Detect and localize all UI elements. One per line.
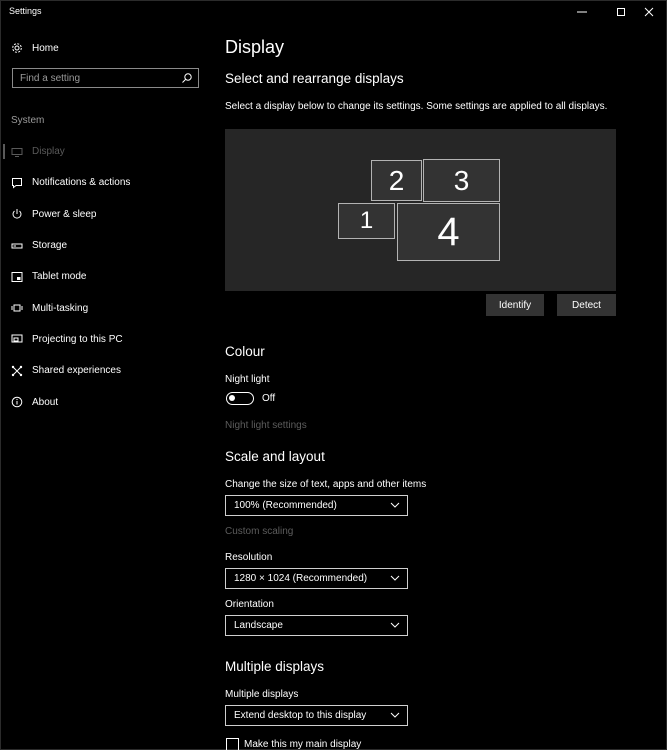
notification-icon: [11, 177, 23, 189]
sidebar-item-label: Projecting to this PC: [32, 333, 123, 345]
home-label: Home: [32, 42, 59, 54]
sidebar-nav-list: Display Notifications & actions Power & …: [1, 136, 211, 418]
sidebar-item-about[interactable]: About: [1, 386, 211, 417]
sidebar: Home System Display Notificati: [1, 23, 211, 749]
home-nav-item[interactable]: Home: [11, 40, 59, 56]
gear-icon: [11, 42, 23, 54]
search-icon[interactable]: [181, 72, 193, 84]
sidebar-section-label: System: [11, 115, 45, 126]
sidebar-item-tablet-mode[interactable]: Tablet mode: [1, 261, 211, 292]
sidebar-item-shared-experiences[interactable]: Shared experiences: [1, 355, 211, 386]
projecting-icon: [11, 333, 23, 345]
night-light-label: Night light: [225, 374, 270, 385]
toggle-knob: [229, 395, 235, 401]
title-bar: Settings: [1, 1, 666, 23]
main-display-checkbox[interactable]: [226, 738, 239, 750]
dropdown-value: 100% (Recommended): [234, 500, 337, 511]
sidebar-item-label: Multi-tasking: [32, 302, 89, 314]
monitor-icon: [11, 146, 23, 158]
custom-scaling-link[interactable]: Custom scaling: [225, 526, 293, 537]
sidebar-item-label: Display: [32, 146, 65, 158]
monitor-4[interactable]: 4: [397, 203, 500, 261]
maximize-icon: [617, 8, 625, 16]
power-icon: [11, 208, 23, 220]
scale-heading: Scale and layout: [225, 449, 325, 464]
sidebar-item-display[interactable]: Display: [1, 136, 211, 167]
dropdown-value: Extend desktop to this display: [234, 710, 367, 721]
dropdown-value: 1280 × 1024 (Recommended): [234, 573, 368, 584]
sidebar-item-label: About: [32, 396, 59, 408]
page-title: Display: [225, 37, 285, 57]
resolution-dropdown[interactable]: 1280 × 1024 (Recommended): [225, 568, 408, 589]
orientation-dropdown[interactable]: Landscape: [225, 615, 408, 636]
display-arrangement-panel: 2 3 1 4: [225, 129, 616, 291]
close-button[interactable]: [632, 1, 666, 23]
main-content: Display Select and rearrange displays Se…: [225, 23, 655, 750]
sidebar-item-label: Shared experiences: [32, 365, 121, 377]
colour-heading: Colour: [225, 344, 265, 359]
night-light-toggle[interactable]: [226, 392, 254, 405]
orientation-label: Orientation: [225, 599, 274, 610]
sidebar-item-label: Tablet mode: [32, 271, 87, 283]
info-icon: [11, 396, 23, 408]
main-display-label: Make this my main display: [244, 739, 362, 750]
window-title: Settings: [9, 6, 42, 16]
resolution-label: Resolution: [225, 552, 273, 563]
multitasking-icon: [11, 302, 23, 314]
search-input[interactable]: [13, 69, 178, 87]
monitor-1[interactable]: 1: [338, 203, 395, 239]
sidebar-item-notifications[interactable]: Notifications & actions: [1, 167, 211, 198]
close-icon: [644, 7, 654, 17]
dropdown-value: Landscape: [234, 620, 283, 631]
detect-button[interactable]: Detect: [557, 294, 616, 316]
sidebar-item-projecting[interactable]: Projecting to this PC: [1, 324, 211, 355]
night-light-settings-link[interactable]: Night light settings: [225, 420, 307, 431]
chevron-down-icon: [390, 575, 400, 581]
multiple-displays-dropdown[interactable]: Extend desktop to this display: [225, 705, 408, 726]
chevron-down-icon: [390, 622, 400, 628]
sidebar-item-label: Storage: [32, 240, 68, 252]
sidebar-item-label: Power & sleep: [32, 208, 97, 220]
size-dropdown[interactable]: 100% (Recommended): [225, 495, 408, 516]
storage-icon: [11, 240, 23, 252]
minimize-icon: [577, 11, 587, 13]
sidebar-item-label: Notifications & actions: [32, 177, 131, 189]
sidebar-item-power-sleep[interactable]: Power & sleep: [1, 199, 211, 230]
chevron-down-icon: [390, 502, 400, 508]
settings-window: Settings Home Find a setting System Disp…: [0, 0, 667, 750]
chevron-down-icon: [390, 712, 400, 718]
size-label: Change the size of text, apps and other …: [225, 479, 427, 490]
rearrange-description: Select a display below to change its set…: [225, 101, 608, 112]
tablet-mode-icon: [11, 271, 23, 283]
rearrange-heading: Select and rearrange displays: [225, 71, 404, 86]
sidebar-item-storage[interactable]: Storage: [1, 230, 211, 261]
identify-button[interactable]: Identify: [486, 294, 544, 316]
sidebar-item-multitasking[interactable]: Multi-tasking: [1, 292, 211, 323]
search-box: [12, 68, 199, 88]
multiple-displays-label: Multiple displays: [225, 689, 299, 700]
selection-indicator: [3, 144, 5, 159]
monitor-2[interactable]: 2: [371, 160, 422, 201]
multiple-displays-heading: Multiple displays: [225, 659, 325, 674]
shared-experiences-icon: [11, 365, 23, 377]
monitor-3[interactable]: 3: [423, 159, 500, 202]
night-light-state: Off: [262, 393, 276, 404]
minimize-button[interactable]: [565, 1, 599, 23]
